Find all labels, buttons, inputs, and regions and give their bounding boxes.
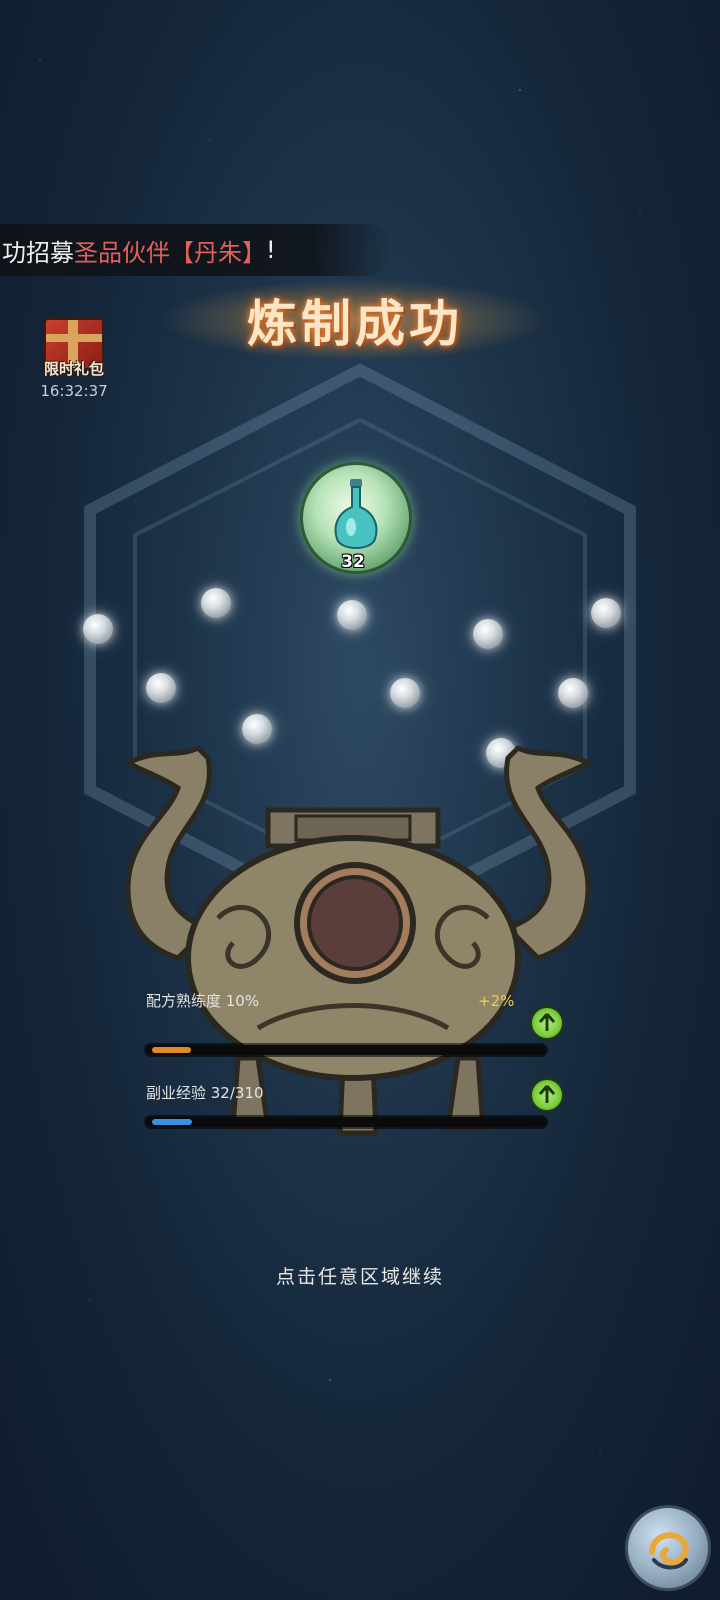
spirit-orb xyxy=(473,619,503,649)
result-title: 炼制成功 xyxy=(247,294,463,353)
result-title-banner: 炼制成功 xyxy=(165,280,545,360)
side-job-exp-fill xyxy=(152,1119,192,1125)
announcement-suffix: ! xyxy=(266,236,276,264)
recipe-proficiency-label: 配方熟练度 10% xyxy=(146,992,260,1010)
level-up-arrow-icon xyxy=(530,1006,564,1040)
announcement-banner: 功招募 圣品伙伴【丹朱】 ! xyxy=(0,224,392,276)
recipe-proficiency-fill xyxy=(152,1047,191,1053)
swirl-icon xyxy=(649,1532,689,1570)
spirit-orb xyxy=(337,600,367,630)
alchemy-cauldron-icon xyxy=(122,744,594,1136)
spirit-orb xyxy=(83,614,113,644)
spirit-orb xyxy=(558,678,588,708)
limited-gift-pack-button[interactable]: 限时礼包 16:32:37 xyxy=(36,318,112,406)
spirit-orb xyxy=(591,598,621,628)
spirit-orb xyxy=(390,678,420,708)
spirit-orb xyxy=(146,673,176,703)
announcement-prefix: 功招募 xyxy=(2,238,74,267)
recipe-proficiency-bonus: +2% xyxy=(478,992,515,1010)
announcement-highlight: 圣品伙伴【丹朱】 xyxy=(74,238,266,267)
spirit-orb xyxy=(201,588,231,618)
tap-to-continue-hint[interactable]: 点击任意区域继续 xyxy=(0,1262,720,1289)
level-up-arrow-icon xyxy=(530,1078,564,1112)
recipe-proficiency-bar xyxy=(146,1045,546,1055)
floating-menu-button[interactable] xyxy=(625,1505,711,1591)
gift-pack-timer: 16:32:37 xyxy=(40,382,108,400)
gift-pack-label: 限时礼包 xyxy=(43,360,104,378)
potion-bottle-icon xyxy=(334,479,378,549)
side-job-exp-bar xyxy=(146,1117,546,1127)
reward-count: 32 xyxy=(341,552,365,572)
side-job-exp-label: 副业经验 32/310 xyxy=(146,1084,264,1102)
